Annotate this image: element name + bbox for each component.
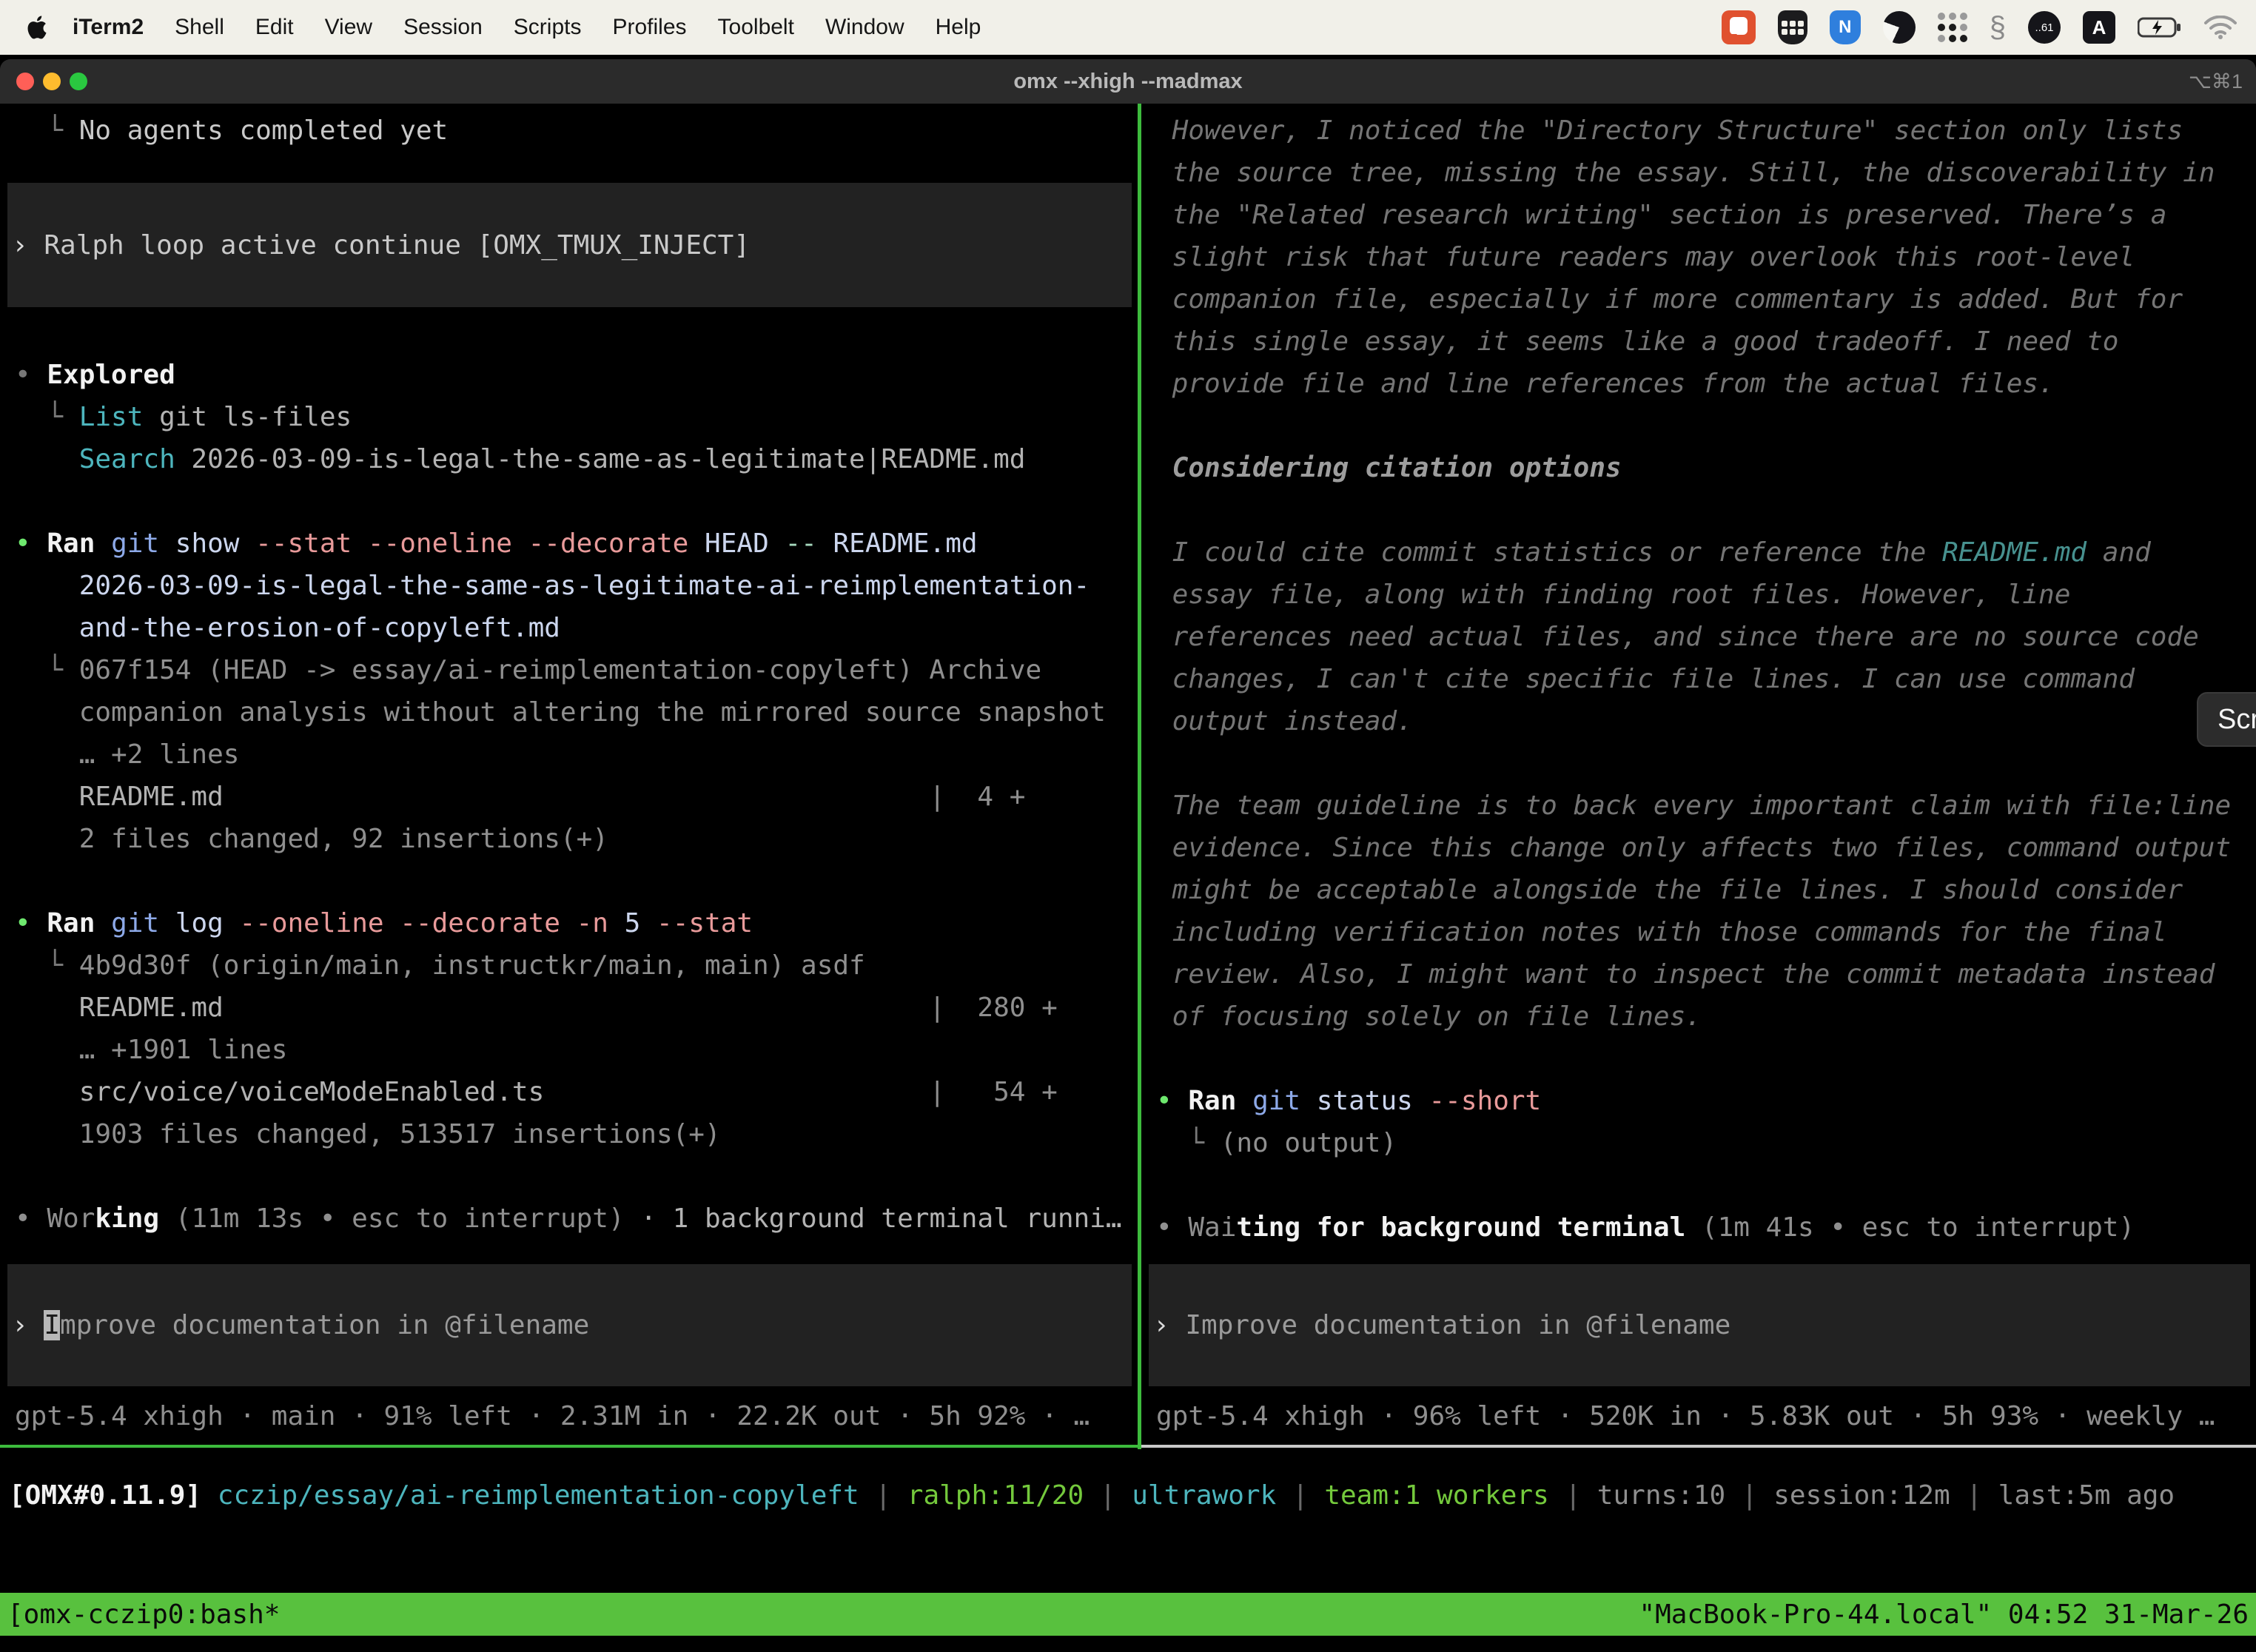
terminal-line <box>15 1155 1138 1198</box>
left-model-status: gpt-5.4 xhigh · main · 91% left · 2.31M … <box>15 1395 1090 1437</box>
terminal-line: the source tree, missing the essay. Stil… <box>1156 152 2256 194</box>
terminal-line <box>1156 1038 2256 1080</box>
terminal-line: README.md | 4 + <box>15 776 1138 818</box>
terminal-line: of focusing solely on file lines. <box>1156 995 2256 1038</box>
terminal-line: • Working (11m 13s • esc to interrupt) ·… <box>15 1198 1138 1240</box>
terminal-line: … +1901 lines <box>15 1029 1138 1071</box>
terminal-content: └ No agents completed yet › Ralph loop a… <box>0 104 2256 1652</box>
terminal-line <box>1156 489 2256 531</box>
menu-items: iTerm2 Shell Edit View Session Scripts Profile… <box>58 15 981 40</box>
terminal-line: › Improve documentation in @filename <box>7 1304 589 1346</box>
menu-item-iterm2[interactable]: iTerm2 <box>73 15 144 40</box>
terminal-line: review. Also, I might want to inspect th… <box>1156 953 2256 995</box>
left-prompt-input[interactable]: › Improve documentation in @filename <box>7 1264 1132 1386</box>
left-pane-border <box>0 1445 1138 1448</box>
terminal-line: changes, I can't cite specific file line… <box>1156 658 2256 700</box>
menu-item-view[interactable]: View <box>325 15 372 40</box>
tmux-session-label[interactable]: [omx-cczip0:bash* <box>0 1599 287 1630</box>
screen-share-icon[interactable] <box>1722 10 1756 44</box>
terminal-line: └ 067f154 (HEAD -> essay/ai-reimplementa… <box>15 649 1138 691</box>
menu-item-window[interactable]: Window <box>825 15 904 40</box>
left-pane: └ No agents completed yet › Ralph loop a… <box>0 104 1138 1449</box>
hook-icon[interactable]: § <box>1990 11 2006 44</box>
input-source-icon[interactable]: A <box>2083 11 2115 44</box>
left-agent-summary: └ No agents completed yet <box>15 110 1138 152</box>
terminal-line: › Ralph loop active continue [OMX_TMUX_I… <box>7 224 750 266</box>
battery-icon[interactable] <box>2138 16 2182 38</box>
terminal-line: this single essay, it seems like a good … <box>1156 320 2256 363</box>
terminal-line: and-the-erosion-of-copyleft.md <box>15 607 1138 649</box>
grid-shield-icon[interactable] <box>1778 10 1807 44</box>
menu-item-edit[interactable]: Edit <box>255 15 294 40</box>
terminal-line <box>1156 1164 2256 1206</box>
menu-status-icons: N § ..61 A <box>1722 0 2237 55</box>
terminal-line: output instead. <box>1156 700 2256 742</box>
terminal-line: [OMX#0.11.9] cczip/essay/ai-reimplementa… <box>9 1474 2175 1517</box>
terminal-line: › Improve documentation in @filename <box>1149 1304 1730 1346</box>
pie-menu-icon[interactable] <box>1883 11 1916 44</box>
menu-item-session[interactable]: Session <box>403 15 483 40</box>
terminal-line: 2 files changed, 92 insertions(+) <box>15 818 1138 860</box>
terminal-line: Search 2026-03-09-is-legal-the-same-as-l… <box>15 438 1138 480</box>
terminal-line <box>1156 742 2256 785</box>
terminal-line: src/voice/voiceModeEnabled.ts | 54 + <box>15 1071 1138 1113</box>
terminal-line: └ 4b9d30f (origin/main, instructkr/main,… <box>15 944 1138 987</box>
menu-bar: iTerm2 Shell Edit View Session Scripts Profile… <box>0 0 2256 55</box>
terminal-line: provide file and line references from th… <box>1156 363 2256 405</box>
terminal-line: companion file, especially if more comme… <box>1156 278 2256 320</box>
terminal-line <box>15 860 1138 902</box>
terminal-line: the "Related research writing" section i… <box>1156 194 2256 236</box>
terminal-line <box>15 480 1138 523</box>
right-pane: However, I noticed the "Directory Struct… <box>1141 104 2256 1449</box>
terminal-line: • Waiting for background terminal (1m 41… <box>1156 1206 2256 1249</box>
terminal-line: 1903 files changed, 513517 insertions(+) <box>15 1113 1138 1155</box>
menu-item-profiles[interactable]: Profiles <box>612 15 686 40</box>
terminal-line: • Ran git log --oneline --decorate -n 5 … <box>15 902 1138 944</box>
terminal-line <box>1156 405 2256 447</box>
terminal-line: └ No agents completed yet <box>15 110 1138 152</box>
terminal-line: Considering citation options <box>1156 447 2256 489</box>
terminal-line: README.md | 280 + <box>15 987 1138 1029</box>
tmux-host-clock: "MacBook-Pro-44.local" 04:52 31-Mar-26 <box>1631 1599 2256 1630</box>
right-transcript: However, I noticed the "Directory Struct… <box>1156 110 2256 1249</box>
apple-menu-icon[interactable] <box>27 16 47 39</box>
ralph-inject-box[interactable]: › Ralph loop active continue [OMX_TMUX_I… <box>7 183 1132 307</box>
terminal-line: references need actual files, and since … <box>1156 616 2256 658</box>
dots-grid-icon[interactable] <box>1938 13 1967 42</box>
terminal-line: However, I noticed the "Directory Struct… <box>1156 110 2256 152</box>
terminal-line: including verification notes with those … <box>1156 911 2256 953</box>
terminal-line: companion analysis without altering the … <box>15 691 1138 733</box>
terminal-line: … +2 lines <box>15 733 1138 776</box>
terminal-line: • Ran git show --stat --oneline --decora… <box>15 523 1138 565</box>
tmux-status-bar: [omx-cczip0:bash* "MacBook-Pro-44.local"… <box>0 1593 2256 1636</box>
window-title: omx --xhigh --madmax <box>0 59 2256 104</box>
screen-share-overlay[interactable]: Scre <box>2197 692 2256 747</box>
terminal-line: • Ran git status --short <box>1156 1080 2256 1122</box>
menu-item-help[interactable]: Help <box>936 15 981 40</box>
vpn-shield-icon[interactable]: N <box>1830 10 1861 44</box>
terminal-line: slight risk that future readers may over… <box>1156 236 2256 278</box>
right-prompt-input[interactable]: › Improve documentation in @filename <box>1149 1264 2250 1386</box>
terminal-line: The team guideline is to back every impo… <box>1156 785 2256 827</box>
terminal-line: evidence. Since this change only affects… <box>1156 827 2256 869</box>
terminal-line: might be acceptable alongside the file l… <box>1156 869 2256 911</box>
wifi-icon[interactable] <box>2204 16 2237 39</box>
menu-item-scripts[interactable]: Scripts <box>514 15 582 40</box>
right-model-status: gpt-5.4 xhigh · 96% left · 520K in · 5.8… <box>1156 1395 2215 1437</box>
left-transcript: • Explored └ List git ls-files Search 20… <box>15 354 1138 1240</box>
terminal-line: └ List git ls-files <box>15 396 1138 438</box>
terminal-line: 2026-03-09-is-legal-the-same-as-legitima… <box>15 565 1138 607</box>
window-shortcut: ⌥⌘1 <box>2189 59 2243 104</box>
badge-61-icon[interactable]: ..61 <box>2028 11 2061 44</box>
menu-item-toolbelt[interactable]: Toolbelt <box>718 15 794 40</box>
menu-item-shell[interactable]: Shell <box>175 15 224 40</box>
right-pane-border <box>1141 1445 2256 1448</box>
omx-status-line: [OMX#0.11.9] cczip/essay/ai-reimplementa… <box>9 1474 2175 1517</box>
terminal-line: I could cite commit statistics or refere… <box>1156 531 2256 574</box>
window-titlebar: omx --xhigh --madmax ⌥⌘1 <box>0 59 2256 104</box>
terminal-line: • Explored <box>15 354 1138 396</box>
terminal-line: essay file, along with finding root file… <box>1156 574 2256 616</box>
terminal-line: └ (no output) <box>1156 1122 2256 1164</box>
